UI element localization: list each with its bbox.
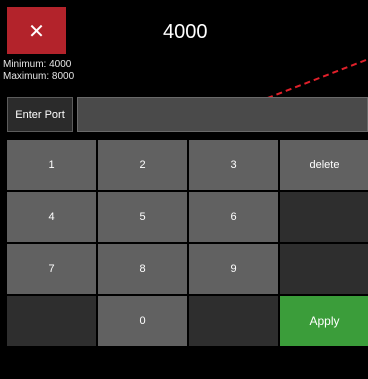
close-button[interactable]: ✕ [7, 7, 66, 54]
key-0[interactable]: 0 [98, 296, 187, 346]
minimum-label: Minimum: 4000 [3, 59, 72, 70]
key-1[interactable]: 1 [7, 140, 96, 190]
blank-key [7, 296, 96, 346]
close-icon: ✕ [28, 18, 45, 43]
blank-key [280, 192, 368, 242]
blank-key [280, 244, 368, 294]
key-5[interactable]: 5 [98, 192, 187, 242]
apply-button[interactable]: Apply [280, 296, 368, 346]
key-7[interactable]: 7 [7, 244, 96, 294]
port-input-row: Enter Port [7, 97, 368, 132]
key-2[interactable]: 2 [98, 140, 187, 190]
maximum-label: Maximum: 8000 [3, 71, 75, 82]
footer-bar [0, 350, 368, 379]
port-label: Enter Port [7, 97, 73, 132]
key-9[interactable]: 9 [189, 244, 278, 294]
key-6[interactable]: 6 [189, 192, 278, 242]
key-4[interactable]: 4 [7, 192, 96, 242]
range-info: Minimum: 4000 Maximum: 8000 [3, 59, 74, 83]
delete-button[interactable]: delete [280, 140, 368, 190]
port-input[interactable] [77, 97, 368, 132]
blank-key [189, 296, 278, 346]
key-3[interactable]: 3 [189, 140, 278, 190]
current-value: 4000 [163, 21, 208, 43]
key-8[interactable]: 8 [98, 244, 187, 294]
